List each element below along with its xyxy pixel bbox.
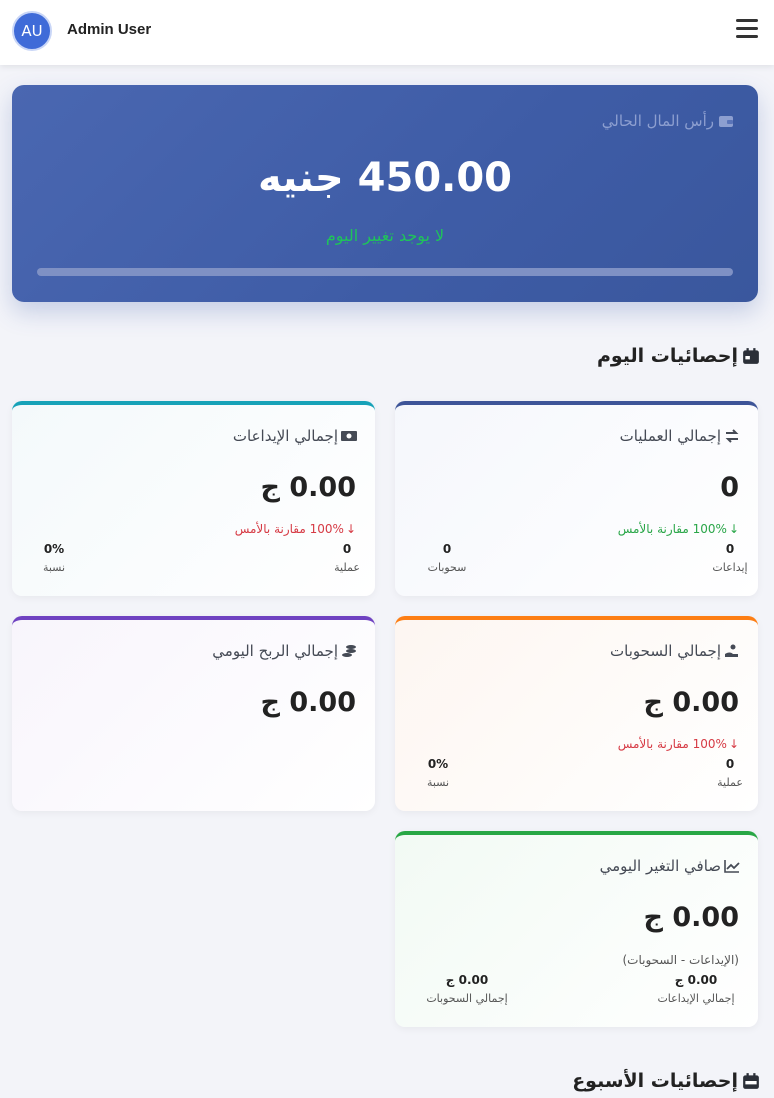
- withdrawals-title-row: إجمالي السحوبات: [610, 642, 740, 660]
- stat-value: 0: [725, 542, 735, 556]
- calendar-icon: [743, 348, 759, 364]
- stat-label: نسبة: [426, 776, 450, 789]
- capital-amount: 450.00 جنيه: [257, 155, 513, 201]
- chart-line-icon: [724, 860, 740, 873]
- withdrawals-value: 0.00 ج: [643, 687, 739, 718]
- withdrawals-card: إجمالي السحوبات 0.00 ج ↓ 100% مقارنة بال…: [395, 616, 758, 811]
- net-stat-deposits: 0.00 ج إجمالي الإيداعات: [646, 973, 746, 1005]
- deposits-stat-ratio: 0% نسبة: [14, 542, 94, 574]
- money-bill-icon: [341, 431, 357, 441]
- profit-value: 0.00 ج: [260, 687, 356, 718]
- profit-card: إجمالي الربح اليومي 0.00 ج: [12, 616, 375, 811]
- capital-card: رأس المال الحالي 450.00 جنيه لا يوجد تغي…: [12, 85, 758, 302]
- deposits-title-row: إجمالي الإيداعات: [233, 427, 357, 445]
- stat-label: سحوبات: [427, 561, 467, 574]
- today-title-text: إحصائيات اليوم: [596, 345, 738, 367]
- week-section-title: إحصائيات الأسبوع: [572, 1070, 760, 1092]
- hand-holding-money-icon: [725, 644, 738, 657]
- operations-stat-deposits: 0 إيداعات: [690, 542, 758, 574]
- operations-compare-row: ↓ 100% مقارنة بالأمس: [618, 522, 739, 536]
- stat-value: 0.00 ج: [674, 973, 718, 987]
- operations-title: إجمالي العمليات: [619, 427, 721, 445]
- net-value: 0.00 ج: [643, 902, 739, 933]
- deposits-stat-count: 0 عملية: [307, 542, 375, 574]
- net-title-row: صافي التغير اليومي: [600, 857, 740, 875]
- profit-title-row: إجمالي الربح اليومي: [212, 642, 357, 660]
- stat-value: 0%: [427, 757, 449, 771]
- operations-value: 0: [720, 472, 739, 503]
- arrow-down-icon: ↓: [728, 737, 739, 751]
- stat-label: نسبة: [42, 561, 66, 574]
- capital-progress-bar: [37, 268, 733, 276]
- coins-icon: [342, 645, 356, 657]
- withdrawals-compare: 100% مقارنة بالأمس: [617, 737, 727, 751]
- net-change-card: صافي التغير اليومي 0.00 ج (الإيداعات - ا…: [395, 831, 758, 1027]
- deposits-title: إجمالي الإيداعات: [232, 427, 338, 445]
- calendar-week-icon: [743, 1073, 759, 1089]
- today-section-title: إحصائيات اليوم: [597, 345, 760, 367]
- withdrawals-title: إجمالي السحوبات: [610, 642, 721, 660]
- week-title-text: إحصائيات الأسبوع: [572, 1070, 738, 1092]
- withdrawals-compare-row: ↓ 100% مقارنة بالأمس: [618, 737, 739, 751]
- stat-value: 0: [442, 542, 452, 556]
- hamburger-menu-icon[interactable]: [736, 19, 760, 41]
- deposits-compare: 100% مقارنة بالأمس: [234, 522, 344, 536]
- operations-card: إجمالي العمليات 0 ↓ 100% مقارنة بالأمس 0…: [395, 401, 758, 596]
- withdrawals-stat-count: 0 عملية: [690, 757, 758, 789]
- operations-stat-withdrawals: 0 سحوبات: [407, 542, 487, 574]
- net-subtitle: (الإيداعات - السحوبات): [622, 953, 739, 967]
- arrow-down-icon: ↓: [728, 522, 739, 536]
- arrow-down-icon: ↓: [345, 522, 356, 536]
- capital-change-text: لا يوجد تغيير اليوم: [325, 226, 445, 245]
- net-title: صافي التغير اليومي: [599, 857, 721, 875]
- avatar[interactable]: AU: [12, 11, 52, 51]
- stat-value: 0: [725, 757, 735, 771]
- deposits-value: 0.00 ج: [260, 472, 356, 503]
- deposits-compare-row: ↓ 100% مقارنة بالأمس: [235, 522, 356, 536]
- stat-value: 0: [342, 542, 352, 556]
- user-name[interactable]: Admin User: [67, 21, 151, 38]
- operations-compare: 100% مقارنة بالأمس: [617, 522, 727, 536]
- stat-label: إجمالي السحوبات: [426, 992, 508, 1005]
- profit-title: إجمالي الربح اليومي: [212, 642, 338, 660]
- deposits-card: إجمالي الإيداعات 0.00 ج ↓ 100% مقارنة با…: [12, 401, 375, 596]
- exchange-arrows-icon: [725, 429, 739, 443]
- stat-label: إجمالي الإيداعات: [657, 992, 735, 1005]
- stat-label: إيداعات: [712, 561, 748, 574]
- top-bar: AU Admin User: [0, 0, 774, 65]
- stat-label: عملية: [334, 561, 360, 574]
- stat-label: عملية: [717, 776, 743, 789]
- stat-value: 0%: [43, 542, 65, 556]
- net-stat-withdrawals: 0.00 ج إجمالي السحوبات: [417, 973, 517, 1005]
- operations-title-row: إجمالي العمليات: [620, 427, 740, 445]
- stat-value: 0.00 ج: [445, 973, 489, 987]
- wallet-icon: [719, 116, 733, 127]
- capital-label-row: رأس المال الحالي: [602, 112, 734, 130]
- capital-label: رأس المال الحالي: [601, 112, 714, 130]
- withdrawals-stat-ratio: 0% نسبة: [398, 757, 478, 789]
